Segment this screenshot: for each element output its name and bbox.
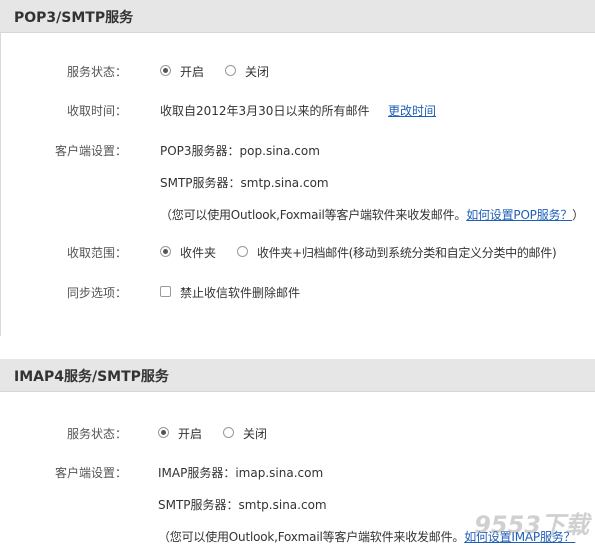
prevent-delete-label[interactable]: 禁止收信软件删除邮件 — [180, 284, 300, 301]
pop3-status-off-label[interactable]: 关闭 — [245, 63, 269, 80]
imap-server-text: IMAP服务器：imap.sina.com — [158, 466, 324, 480]
range-inbox-label[interactable]: 收件夹 — [180, 244, 216, 261]
prevent-delete-checkbox[interactable] — [160, 286, 171, 297]
imap-client-settings-label: 客户端设置： — [54, 466, 127, 480]
range-inbox-radio[interactable] — [160, 246, 171, 257]
site-watermark: 9553下载 — [474, 511, 589, 539]
pop3-status-off-radio[interactable] — [225, 65, 236, 76]
pop3-status-on-radio[interactable] — [160, 65, 171, 76]
receive-time-value: 收取自2012年3月30日以来的所有邮件 — [160, 104, 370, 118]
pop3-smtp-server-text: SMTP服务器：smtp.sina.com — [160, 176, 329, 190]
pop3-section-header: POP3/SMTP服务 — [0, 0, 595, 33]
pop3-server-text: POP3服务器：pop.sina.com — [160, 144, 320, 158]
pop3-client-note: （您可以使用Outlook,Foxmail等客户端软件来收发邮件。如何设置POP… — [160, 206, 584, 223]
imap-smtp-server-text: SMTP服务器：smtp.sina.com — [158, 498, 327, 512]
imap-note-text: （您可以使用Outlook,Foxmail等客户端软件来收发邮件。 — [158, 530, 465, 544]
change-time-link[interactable]: 更改时间 — [388, 102, 436, 119]
receive-time-label: 收取时间： — [66, 104, 127, 118]
pop3-note-end: ） — [572, 208, 584, 222]
pop3-help-link[interactable]: 如何设置POP服务？ — [466, 208, 572, 222]
pop3-status-label: 服务状态： — [66, 65, 127, 79]
pop3-note-text: （您可以使用Outlook,Foxmail等客户端软件来收发邮件。 — [160, 208, 467, 222]
imap-section-header: IMAP4服务/SMTP服务 — [0, 359, 595, 392]
pop3-client-settings-label: 客户端设置： — [54, 144, 127, 158]
range-inbox-archive-label[interactable]: 收件夹+归档邮件(移动到系统分类和自定义分类中的邮件) — [257, 244, 557, 261]
imap-status-off-label[interactable]: 关闭 — [243, 425, 267, 442]
imap-status-off-radio[interactable] — [223, 427, 234, 438]
imap-section-title: IMAP4服务/SMTP服务 — [14, 369, 169, 385]
imap-status-on-radio[interactable] — [158, 427, 169, 438]
sync-option-label: 同步选项： — [66, 286, 127, 300]
imap-status-on-label[interactable]: 开启 — [178, 425, 202, 442]
range-inbox-archive-radio[interactable] — [237, 246, 248, 257]
pop3-section-title: POP3/SMTP服务 — [14, 10, 134, 26]
pop3-status-on-label[interactable]: 开启 — [180, 63, 204, 80]
imap-status-label: 服务状态： — [66, 427, 127, 441]
receive-range-label: 收取范围： — [66, 246, 127, 260]
